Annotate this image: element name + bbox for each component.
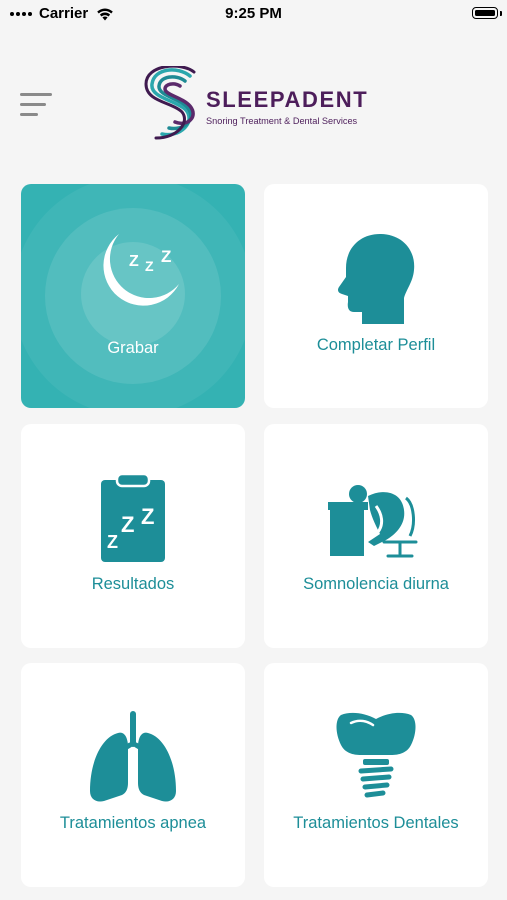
status-bar: Carrier 9:25 PM [0,0,507,28]
svg-text:Z: Z [129,253,139,270]
tile-label: Completar Perfil [316,336,436,354]
tile-somnolencia-diurna[interactable]: Somnolencia diurna [264,424,488,648]
logo-s-icon [144,66,196,140]
moon-sleep-icon: Z Z Z [103,234,179,306]
sleepadent-logo: SLEEPADENT Snoring Treatment & Dental Se… [142,66,372,142]
clipboard-zzz-icon: Z Z Z [101,472,165,562]
logo-tagline: Snoring Treatment & Dental Services [206,116,358,126]
svg-text:Z: Z [107,532,118,552]
tile-label: Tratamientos Dentales [293,814,459,832]
hamburger-menu-icon[interactable] [20,90,54,118]
battery-icon [472,7,498,19]
logo-name: SLEEPADENT [206,87,369,112]
svg-text:Z: Z [161,247,171,266]
tile-tratamientos-dentales[interactable]: Tratamientos Dentales [264,663,488,887]
tile-label: Somnolencia diurna [303,575,449,593]
tile-grabar[interactable]: Z Z Z Grabar [21,184,245,408]
tile-label: Tratamientos apnea [59,814,207,832]
svg-text:Z: Z [141,504,154,529]
tile-tratamientos-apnea[interactable]: Tratamientos apnea [21,663,245,887]
head-profile-icon [338,234,415,324]
person-sleeping-desk-icon [328,485,418,558]
tile-label: Grabar [107,339,159,357]
svg-text:Z: Z [121,512,134,537]
lungs-icon [90,711,176,802]
svg-text:Z: Z [145,258,154,274]
tile-completar-perfil[interactable]: Completar Perfil [264,184,488,408]
tile-resultados[interactable]: Z Z Z Resultados [21,424,245,648]
dental-implant-icon [336,712,416,798]
battery-tip [500,11,502,16]
status-time: 9:25 PM [225,5,282,22]
tile-label: Resultados [91,575,175,593]
